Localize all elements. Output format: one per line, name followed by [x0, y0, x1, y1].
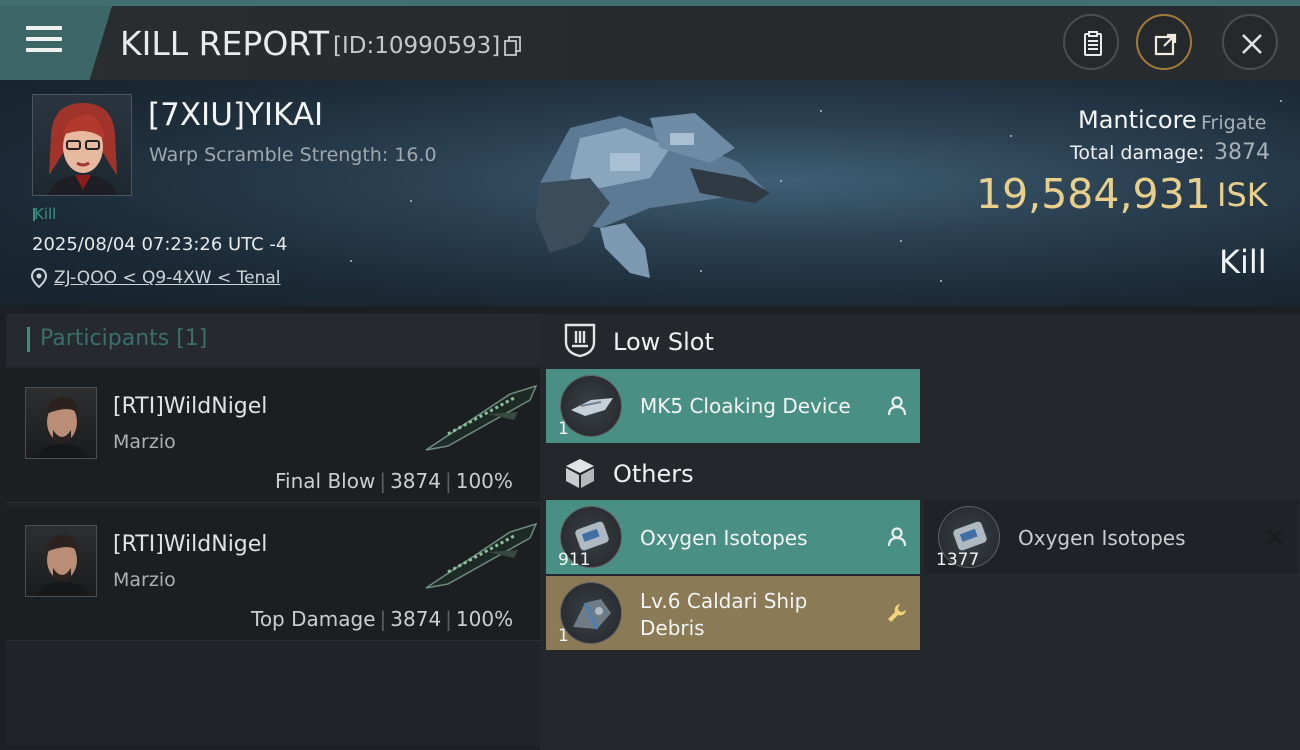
- report-id: [ID:10990593]: [333, 33, 501, 59]
- copy-icon[interactable]: [504, 36, 522, 56]
- page-title: KILL REPORT: [120, 24, 329, 63]
- low-slot-title: Low Slot: [613, 328, 714, 356]
- participant-damage: 3874: [390, 469, 441, 493]
- item-name: Oxygen Isotopes: [1018, 526, 1186, 550]
- participant-percent: 100%: [455, 607, 514, 631]
- total-damage-value: 3874: [1214, 140, 1270, 165]
- item-quantity: 1: [558, 626, 569, 646]
- participant-role: Final Blow: [275, 469, 376, 493]
- participant-corp: Marzio: [113, 431, 176, 453]
- avatar: [36, 534, 88, 596]
- low-slot-icon: [564, 323, 596, 358]
- clipboard-button[interactable]: [1063, 14, 1119, 70]
- item-card[interactable]: 1 MK5 Cloaking Device: [546, 369, 920, 443]
- clipboard-icon: [1084, 31, 1102, 56]
- total-damage-label: Total damage:: [1070, 142, 1205, 164]
- participant-percent: 100%: [455, 469, 513, 493]
- ship-class: Frigate: [1201, 112, 1267, 134]
- participant-ship-icon: [425, 384, 538, 451]
- share-icon: [1154, 33, 1177, 56]
- location-link[interactable]: ZJ-QOO < Q9-4XW < Tenal: [54, 268, 281, 288]
- item-name: Oxygen Isotopes: [640, 526, 808, 550]
- ship-debris-icon: [560, 582, 622, 644]
- kill-timestamp: 2025/08/04 07:23:26 UTC -4: [32, 234, 288, 255]
- isk-label: ISK: [1217, 176, 1268, 214]
- participant-stats: Final Blow | 3874 | 100%: [275, 469, 513, 493]
- participant-portrait[interactable]: [25, 525, 97, 597]
- item-quantity: 1: [558, 419, 569, 439]
- isk-value: 19,584,931: [976, 170, 1211, 218]
- victim-name[interactable]: [7XIU]YIKAI: [148, 97, 323, 133]
- kill-tag: Kill: [32, 205, 57, 223]
- ship-name: Manticore: [1078, 106, 1197, 134]
- close-icon: [1242, 34, 1262, 54]
- avatar: [36, 396, 88, 458]
- item-card[interactable]: 1377 Oxygen Isotopes: [924, 500, 1298, 574]
- item-quantity: 1377: [936, 550, 980, 570]
- hamburger-icon[interactable]: [26, 26, 62, 54]
- item-quantity: 911: [558, 550, 591, 570]
- participant-name[interactable]: [RTI]WildNigel: [113, 394, 267, 419]
- person-icon: [887, 527, 907, 547]
- wrench-icon: [888, 604, 906, 622]
- location-pin-icon: [30, 267, 48, 289]
- participants-title: Participants [1]: [40, 326, 208, 351]
- item-name-line1: Lv.6 Caldari Ship: [640, 589, 808, 613]
- x-icon: [1267, 529, 1283, 545]
- result-label: Kill: [1219, 243, 1267, 281]
- item-card[interactable]: 1 Lv.6 Caldari Ship Debris: [546, 576, 920, 650]
- avatar: [48, 103, 118, 195]
- close-button[interactable]: [1222, 14, 1278, 70]
- participant-stats: Top Damage | 3874 | 100%: [251, 607, 514, 631]
- cloaking-device-icon: [560, 375, 622, 437]
- item-card[interactable]: 911 Oxygen Isotopes: [546, 500, 920, 574]
- item-name-line2: Debris: [640, 616, 705, 640]
- cube-icon: [566, 459, 594, 488]
- person-icon: [887, 396, 907, 416]
- participant-portrait[interactable]: [25, 387, 97, 459]
- others-title: Others: [613, 460, 694, 488]
- participant-name[interactable]: [RTI]WildNigel: [113, 532, 267, 557]
- warp-scramble-strength: Warp Scramble Strength: 16.0: [149, 144, 437, 166]
- ship-image: [535, 113, 770, 278]
- participant-role: Top Damage: [251, 607, 376, 631]
- share-button[interactable]: [1136, 14, 1192, 70]
- victim-portrait[interactable]: [32, 94, 132, 196]
- participant-corp: Marzio: [113, 569, 176, 591]
- item-name: MK5 Cloaking Device: [640, 394, 851, 418]
- participant-damage: 3874: [390, 607, 442, 631]
- participant-ship-icon: [425, 522, 538, 589]
